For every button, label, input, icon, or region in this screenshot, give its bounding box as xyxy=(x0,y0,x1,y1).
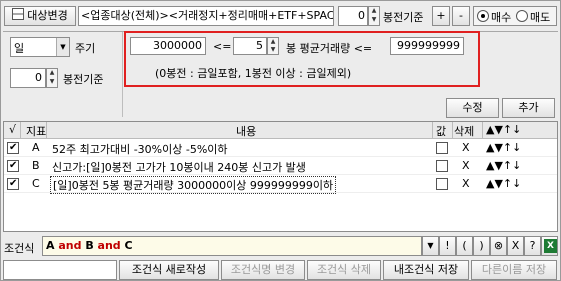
indicator-table: √ 지표 내용 값 삭제 ▲▼↑↓ A 52주 최고가대비 -30%이상 -5%… xyxy=(3,121,558,232)
help-button[interactable]: ? xyxy=(524,236,541,256)
bar-offset-value-top: 0 xyxy=(358,9,365,22)
row-move-icons[interactable]: ▲▼↑↓ xyxy=(486,141,521,154)
bars-count-value: 5 xyxy=(256,39,263,52)
volume-min-input[interactable]: 3000000 xyxy=(130,37,206,55)
close-paren-button[interactable]: ) xyxy=(473,236,490,256)
header-content: 내용 xyxy=(236,125,257,138)
formula-token: C xyxy=(124,239,133,252)
header-delete: 삭제 xyxy=(454,125,475,138)
bars-count-input[interactable]: 5 xyxy=(233,37,267,55)
volume-min-value: 3000000 xyxy=(153,39,202,52)
formula-label: 조건식 xyxy=(4,242,35,255)
add-button[interactable]: 추가 xyxy=(502,98,555,118)
target-change-button[interactable]: 대상변경 xyxy=(4,6,76,26)
bar-base-label-left: 봉전기준 xyxy=(63,73,104,86)
formula-toolbar: ▼ ! ( ) ⊗ X ? X xyxy=(422,236,558,256)
spin-up-icon[interactable]: ▲ xyxy=(369,7,379,16)
formula-token: and xyxy=(93,239,125,252)
plus-button[interactable]: + xyxy=(432,6,450,26)
formula-token: A xyxy=(46,239,55,252)
row-value-checkbox[interactable] xyxy=(436,178,448,190)
not-button[interactable]: ! xyxy=(439,236,456,256)
row-delete-button[interactable]: X xyxy=(462,177,470,190)
row-value-checkbox[interactable] xyxy=(436,160,448,172)
spin-up-icon[interactable]: ▲ xyxy=(47,69,57,78)
grid-icon xyxy=(12,8,25,20)
excel-icon[interactable]: X xyxy=(541,236,558,256)
condition-name-input[interactable] xyxy=(3,260,117,280)
header-check: √ xyxy=(9,123,17,136)
table-row[interactable]: A 52주 최고가대비 -30%이상 -5%이하 X ▲▼↑↓ xyxy=(4,140,557,157)
bar-offset-input-top[interactable]: 0 xyxy=(338,6,368,26)
row-content: 52주 최고가대비 -30%이상 -5%이하 xyxy=(52,143,228,156)
row-value-checkbox[interactable] xyxy=(436,142,448,154)
volume-max-input[interactable]: 999999999 xyxy=(390,37,464,55)
save-as-button[interactable]: 다른이름 저장 xyxy=(471,260,557,280)
sell-radio[interactable] xyxy=(516,10,528,22)
spin-down-icon[interactable]: ▼ xyxy=(47,78,57,87)
target-change-label: 대상변경 xyxy=(27,9,68,22)
header-value: 값 xyxy=(436,125,447,138)
bar-base-label-top: 봉전기준 xyxy=(383,11,424,24)
rename-condition-button[interactable]: 조건식명 변경 xyxy=(221,260,305,280)
row-move-icons[interactable]: ▲▼↑↓ xyxy=(486,159,521,172)
table-row-selected[interactable]: C [일]0봉전 5봉 평균거래량 3000000이상 999999999이하 … xyxy=(4,176,557,194)
volume-max-value: 999999999 xyxy=(397,39,460,52)
spin-down-icon[interactable]: ▼ xyxy=(268,46,278,54)
lte-label-1: <= xyxy=(213,40,232,53)
bars-count-spinner[interactable]: ▲ ▼ xyxy=(267,37,279,55)
chevron-down-icon[interactable]: ▼ xyxy=(422,236,439,256)
save-condition-button[interactable]: 내조건식 저장 xyxy=(383,260,469,280)
bar-offset-input-left[interactable]: 0 xyxy=(10,68,46,88)
row-index: C xyxy=(32,177,40,190)
row-content: [일]0봉전 5봉 평균거래량 3000000이상 999999999이하 xyxy=(50,176,337,194)
bar-offset-value-left: 0 xyxy=(35,71,42,84)
spin-down-icon[interactable]: ▼ xyxy=(369,16,379,25)
header-index: 지표 xyxy=(26,125,47,138)
minus-button[interactable]: - xyxy=(452,6,470,26)
row-index: B xyxy=(32,159,40,172)
target-summary-field[interactable]: <업종대상(전체)><거래정지+정리매매+ETF+SPAC xyxy=(78,6,334,26)
row-index: A xyxy=(32,141,40,154)
formula-token: and xyxy=(54,239,86,252)
formula-input[interactable]: A and B and C xyxy=(42,236,422,256)
sell-label: 매도 xyxy=(530,11,551,24)
formula-tokens: A and B and C xyxy=(46,239,133,252)
row-checkbox[interactable] xyxy=(7,160,19,172)
bar-offset-spinner-top[interactable]: ▲ ▼ xyxy=(368,6,380,26)
modify-button[interactable]: 수정 xyxy=(446,98,499,118)
table-header: √ 지표 내용 값 삭제 ▲▼↑↓ xyxy=(4,122,557,139)
avg-volume-label: 봉 평균거래량 <= xyxy=(286,42,373,55)
divider-vertical xyxy=(122,32,123,117)
row-content: 신고가:[일]0봉전 고가가 10봉이내 240봉 신고가 발생 xyxy=(52,161,306,174)
buy-radio[interactable] xyxy=(477,10,489,22)
period-select[interactable]: 일 ▼ xyxy=(10,37,70,57)
row-checkbox[interactable] xyxy=(7,178,19,190)
delete-token-button[interactable]: X xyxy=(507,236,524,256)
formula-token: B xyxy=(85,239,94,252)
xor-icon[interactable]: ⊗ xyxy=(490,236,507,256)
delete-condition-button[interactable]: 조건식 삭제 xyxy=(307,260,381,280)
spin-up-icon[interactable]: ▲ xyxy=(268,38,278,46)
row-delete-button[interactable]: X xyxy=(462,141,470,154)
table-row[interactable]: B 신고가:[일]0봉전 고가가 10봉이내 240봉 신고가 발생 X ▲▼↑… xyxy=(4,158,557,175)
chevron-down-icon[interactable]: ▼ xyxy=(56,38,69,56)
condition-note: (0봉전 : 금일포함, 1봉전 이상 : 금일제외) xyxy=(155,67,352,80)
period-label: 주기 xyxy=(75,42,96,55)
new-condition-button[interactable]: 조건식 새로작성 xyxy=(119,260,219,280)
row-delete-button[interactable]: X xyxy=(462,159,470,172)
buy-label: 매수 xyxy=(491,11,512,24)
side-selector: 매수 매도 xyxy=(473,6,557,26)
row-move-icons[interactable]: ▲▼↑↓ xyxy=(486,177,521,190)
bar-offset-spinner-left[interactable]: ▲ ▼ xyxy=(46,68,58,88)
open-paren-button[interactable]: ( xyxy=(456,236,473,256)
period-value: 일 xyxy=(14,42,25,55)
row-checkbox[interactable] xyxy=(7,142,19,154)
header-move-icons: ▲▼↑↓ xyxy=(486,123,522,136)
